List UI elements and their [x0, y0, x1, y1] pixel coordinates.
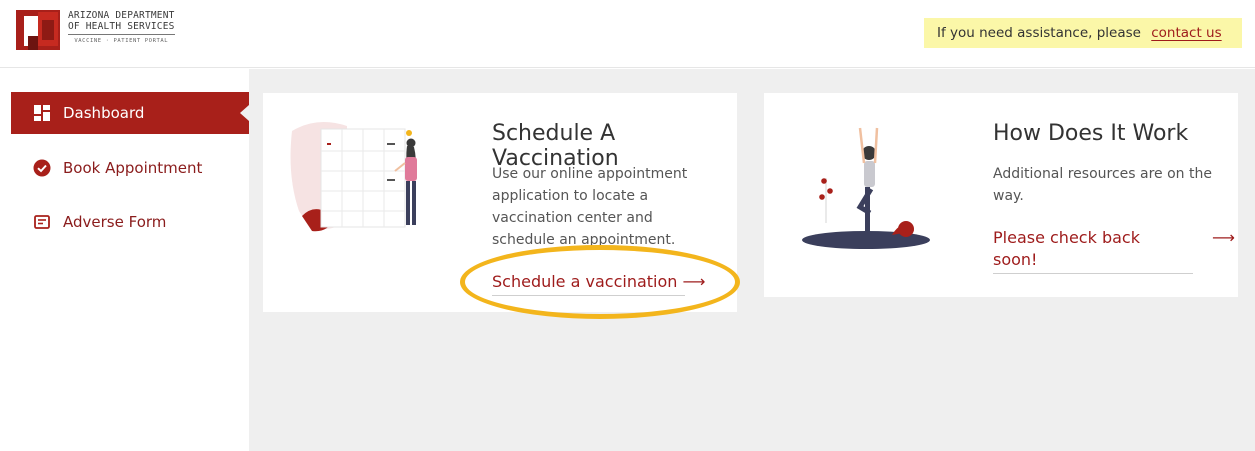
sidebar-item-dashboard[interactable]: Dashboard — [11, 92, 249, 134]
form-icon — [33, 213, 51, 231]
header: ARIZONA DEPARTMENT OF HEALTH SERVICES VA… — [0, 0, 1255, 68]
contact-us-link[interactable]: contact us — [1151, 25, 1221, 41]
adhs-logo-mark-icon — [16, 10, 62, 52]
main-content: Schedule A Vaccination Use our online ap… — [249, 69, 1255, 451]
card-description: Additional resources are on the way. — [993, 166, 1212, 204]
sidebar-item-label: Book Appointment — [63, 159, 203, 177]
card-description: Use our online appointment application t… — [492, 166, 688, 248]
adhs-logo[interactable]: ARIZONA DEPARTMENT OF HEALTH SERVICES VA… — [16, 10, 175, 52]
assistance-banner: If you need assistance, please contact u… — [924, 18, 1242, 48]
sidebar-item-book-appointment[interactable]: Book Appointment — [11, 147, 249, 189]
dashboard-icon — [33, 104, 51, 122]
yoga-illustration-icon — [802, 123, 932, 253]
calendar-illustration-icon — [287, 121, 437, 241]
logo-line-2: OF HEALTH SERVICES — [68, 21, 175, 35]
sidebar-item-adverse-form[interactable]: Adverse Form — [11, 201, 249, 243]
link-underline — [993, 273, 1193, 274]
logo-text: ARIZONA DEPARTMENT OF HEALTH SERVICES VA… — [68, 10, 175, 44]
how-does-it-work-card: How Does It Work Additional resources ar… — [764, 93, 1238, 297]
sidebar: Dashboard Book Appointment Adverse Form — [0, 69, 249, 451]
sidebar-item-label: Dashboard — [63, 104, 145, 122]
check-back-link[interactable]: Please check back soon! — [993, 227, 1158, 271]
link-label: Please check back soon! — [993, 228, 1140, 269]
highlight-annotation-ring — [460, 245, 740, 319]
logo-subtitle: VACCINE · PATIENT PORTAL — [74, 38, 169, 44]
logo-line-1: ARIZONA DEPARTMENT — [68, 10, 175, 21]
assistance-text: If you need assistance, please — [937, 25, 1141, 41]
check-circle-icon — [33, 159, 51, 177]
arrow-right-icon: ⟶ — [1212, 228, 1235, 247]
sidebar-item-label: Adverse Form — [63, 213, 167, 231]
card-title: How Does It Work — [993, 121, 1189, 146]
